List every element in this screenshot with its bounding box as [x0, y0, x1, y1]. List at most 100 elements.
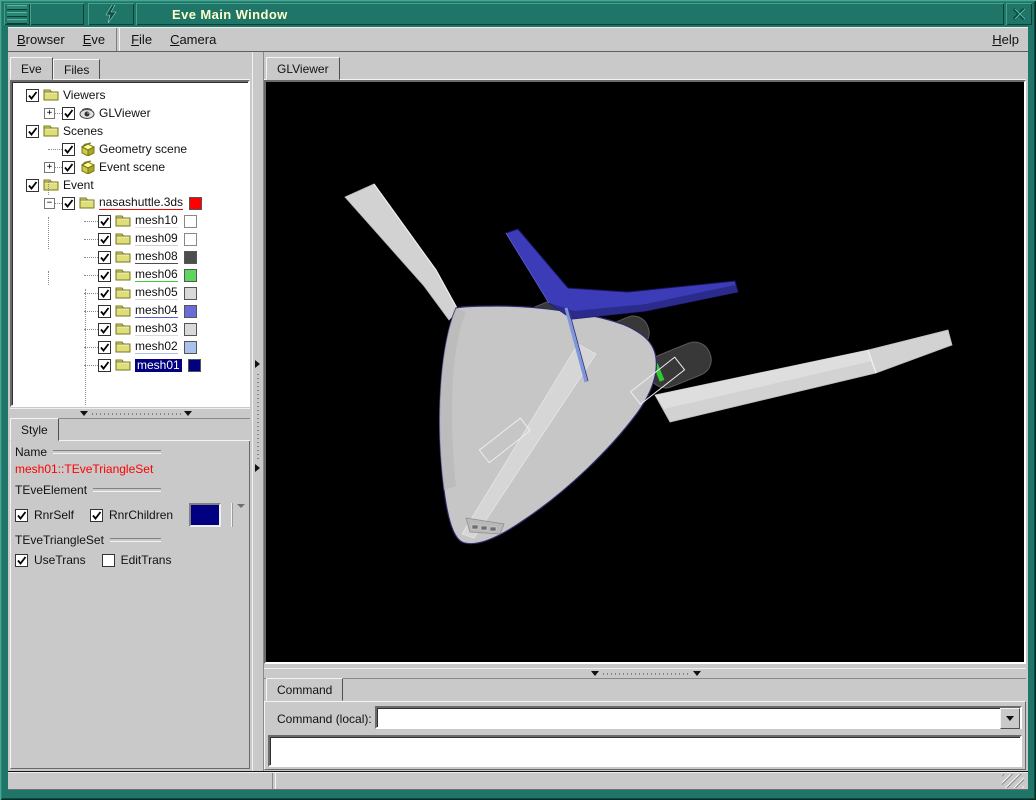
tree-item-label[interactable]: mesh10 — [135, 214, 178, 228]
checkbox[interactable] — [98, 233, 111, 246]
checkbox[interactable] — [98, 215, 111, 228]
folder-icon — [115, 268, 132, 282]
lightning-icon — [104, 5, 118, 23]
color-swatch[interactable] — [188, 359, 201, 372]
tree-item-label[interactable]: Geometry scene — [99, 143, 187, 156]
command-combobox[interactable] — [375, 706, 1022, 729]
tab-command[interactable]: Command — [266, 678, 343, 701]
tree-guide — [48, 181, 49, 195]
close-icon — [1013, 8, 1025, 20]
titlebar-main[interactable]: Eve Main Window — [136, 3, 1004, 25]
checkbox[interactable] — [26, 89, 39, 102]
tree-item-label[interactable]: mesh06 — [135, 268, 178, 282]
tree-item[interactable]: Geometry scene — [12, 140, 248, 158]
command-input[interactable] — [379, 709, 983, 726]
tree-item-label[interactable]: Event — [63, 179, 94, 192]
menu-help[interactable]: Help — [983, 28, 1028, 51]
checkbox[interactable] — [102, 554, 115, 567]
checkbox[interactable] — [98, 323, 111, 336]
checkbox[interactable] — [98, 359, 111, 372]
tree-item[interactable]: mesh05 — [12, 284, 248, 302]
tree-item-label[interactable]: mesh05 — [135, 286, 178, 300]
tree-item-label[interactable]: mesh03 — [135, 322, 178, 336]
titlebar[interactable]: Eve Main Window — [2, 2, 1034, 27]
color-dropdown-button[interactable] — [237, 508, 245, 522]
close-button[interactable] — [1006, 3, 1032, 25]
command-output[interactable] — [268, 735, 1022, 767]
tree-guide — [85, 289, 86, 407]
tree-item[interactable]: mesh02 — [12, 338, 248, 356]
checkbox[interactable] — [15, 509, 28, 522]
checkbox[interactable] — [15, 554, 28, 567]
checkbox[interactable] — [98, 251, 111, 264]
check-label: UseTrans — [34, 553, 86, 567]
tree-item-label[interactable]: GLViewer — [99, 107, 151, 120]
tree-item[interactable]: mesh03 — [12, 320, 248, 338]
section-title-label: TEveTriangleSet — [15, 533, 104, 547]
tree-item-label[interactable]: mesh04 — [135, 304, 178, 318]
tab-glviewer[interactable]: GLViewer — [266, 57, 340, 80]
tab-style[interactable]: Style — [10, 418, 59, 441]
check-label: RnrSelf — [34, 508, 74, 522]
color-swatch[interactable] — [184, 233, 197, 246]
color-picker-swatch[interactable] — [189, 503, 221, 527]
tree-item-label[interactable]: Event scene — [99, 161, 165, 174]
chevron-down-icon — [80, 411, 88, 416]
tab-eve[interactable]: Eve — [10, 57, 53, 80]
element-tree[interactable]: Viewers + GLViewer Scenes Geometry scene + Eve… — [10, 80, 250, 407]
checkbox[interactable] — [98, 287, 111, 300]
menu-browser[interactable]: Browser — [8, 28, 74, 51]
tree-item-label[interactable]: mesh08 — [135, 250, 178, 264]
color-swatch[interactable] — [184, 215, 197, 228]
horizontal-splitter-bottom[interactable] — [264, 668, 1026, 679]
combo-dropdown-button[interactable] — [1000, 708, 1020, 729]
color-swatch[interactable] — [184, 305, 197, 318]
tree-item[interactable]: − nasashuttle.3ds — [12, 194, 248, 212]
tree-item-label[interactable]: mesh02 — [135, 340, 178, 354]
tree-item[interactable]: Scenes — [12, 122, 248, 140]
checkbox[interactable] — [98, 269, 111, 282]
vertical-splitter[interactable] — [252, 52, 264, 771]
chevron-right-icon — [255, 360, 260, 368]
checkbox[interactable] — [62, 197, 75, 210]
tree-item[interactable]: + Event scene — [12, 158, 248, 176]
window-menu-button[interactable] — [4, 3, 30, 25]
tree-item[interactable]: Viewers — [12, 86, 248, 104]
tab-files[interactable]: Files — [53, 59, 100, 80]
tree-item[interactable]: mesh08 — [12, 248, 248, 266]
checkbox[interactable] — [90, 509, 103, 522]
color-swatch[interactable] — [189, 197, 202, 210]
tree-item-label[interactable]: mesh01 — [135, 359, 182, 372]
tree-item[interactable]: + GLViewer — [12, 104, 248, 122]
gl-viewport[interactable] — [264, 80, 1026, 664]
shuttle-3d-model[interactable] — [266, 82, 1024, 662]
checkbox[interactable] — [26, 179, 39, 192]
resize-grip[interactable] — [1002, 774, 1024, 788]
menu-camera[interactable]: Camera — [161, 28, 225, 51]
checkbox[interactable] — [62, 161, 75, 174]
tree-item-label[interactable]: Scenes — [63, 125, 103, 138]
expand-toggle-minus[interactable]: − — [44, 198, 55, 209]
checkbox[interactable] — [62, 143, 75, 156]
tree-item[interactable]: mesh04 — [12, 302, 248, 320]
color-swatch[interactable] — [184, 287, 197, 300]
tree-item-label[interactable]: Viewers — [63, 89, 105, 102]
tree-item-label[interactable]: nasashuttle.3ds — [99, 196, 183, 210]
checkbox[interactable] — [98, 305, 111, 318]
app-icon-button[interactable] — [88, 3, 134, 25]
checkbox[interactable] — [62, 107, 75, 120]
checkbox[interactable] — [26, 125, 39, 138]
expand-toggle-plus[interactable]: + — [44, 162, 55, 173]
menu-file[interactable]: File — [122, 28, 161, 51]
menu-eve[interactable]: Eve — [74, 28, 114, 51]
folder-icon — [115, 322, 132, 336]
folder-icon — [115, 340, 132, 354]
expand-toggle-plus[interactable]: + — [44, 108, 55, 119]
color-swatch[interactable] — [184, 269, 197, 282]
checkbox[interactable] — [98, 341, 111, 354]
color-swatch[interactable] — [184, 323, 197, 336]
tree-item[interactable]: mesh01 — [12, 356, 248, 374]
tree-item-label[interactable]: mesh09 — [135, 232, 178, 246]
color-swatch[interactable] — [184, 251, 197, 264]
color-swatch[interactable] — [184, 341, 197, 354]
